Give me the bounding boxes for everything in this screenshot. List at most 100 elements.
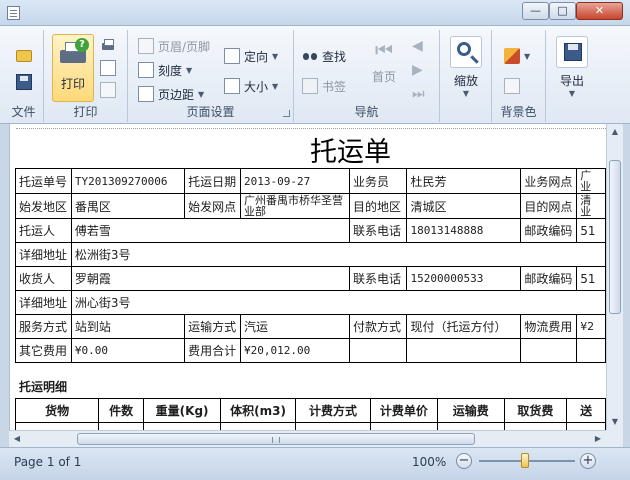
export-group: 导出 ▼ (546, 30, 596, 122)
binoculars-icon (302, 48, 318, 64)
print-options-button[interactable] (100, 58, 116, 78)
table-cell: 目的网点 (520, 193, 578, 219)
page-setup-dialog-launcher[interactable] (283, 110, 290, 117)
page-margin-line (16, 128, 606, 129)
scale-icon (138, 62, 154, 78)
previous-page-button[interactable]: ◀ (412, 36, 423, 56)
zoom-out-button[interactable]: − (456, 453, 472, 469)
table-cell: 站到站 (70, 314, 186, 339)
table-cell: 15200000533 (406, 266, 522, 291)
header-footer-icon (138, 38, 154, 54)
table-row: 服务方式 站到站 运输方式 汽运 付款方式 现付（托运方付） 物流费用 ¥2 (15, 314, 606, 339)
find-button[interactable]: 查找 (302, 46, 346, 66)
chevron-down-icon: ▼ (272, 51, 279, 61)
navigation-group-label: 导航 (354, 105, 379, 119)
table-cell: 18013148888 (406, 218, 522, 243)
column-header: 件数 (98, 398, 145, 423)
table-cell: 洲心街3号 (70, 290, 606, 315)
scroll-right-icon[interactable]: ▶ (590, 431, 606, 447)
next-page-button[interactable]: ▶ (412, 60, 423, 80)
table-cell: TY201309270006 (70, 168, 186, 194)
vertical-scroll-thumb[interactable] (609, 160, 621, 314)
vertical-scrollbar[interactable]: ▲ ▼ (606, 124, 623, 430)
table-cell: 托运人 (15, 218, 72, 243)
table-cell: ¥20,012.00 (239, 338, 350, 363)
scroll-left-icon[interactable]: ◀ (9, 431, 25, 447)
last-page-button[interactable]: ⏭ (412, 84, 425, 104)
first-page-icon: ⏮ (375, 38, 393, 62)
open-button[interactable] (16, 44, 32, 64)
table-cell: 清城区 (406, 193, 522, 219)
table-cell: 51 (576, 218, 606, 243)
print-button[interactable]: ? 打印 (52, 34, 94, 102)
background-group-label: 背景色 (500, 105, 537, 119)
horizontal-scrollbar[interactable]: ◀ ▶ (9, 430, 606, 447)
table-row: 托运人 傅若雪 联系电话 18013148888 邮政编码 51 (15, 218, 606, 243)
chevron-down-icon: ▼ (272, 81, 279, 91)
file-group-label: 文件 (11, 105, 36, 119)
header-footer-button[interactable]: 页眉/页脚 (138, 36, 210, 56)
watermark-button[interactable] (504, 76, 520, 96)
zoom-percentage: 100% (412, 455, 447, 469)
parameters-button[interactable] (100, 80, 116, 100)
export-button[interactable]: 导出 ▼ (552, 36, 592, 106)
triangle-left-icon: ◀ (412, 38, 423, 54)
scale-button[interactable]: 刻度 ▼ (138, 60, 192, 80)
table-cell: 付款方式 (348, 314, 408, 339)
page-info: Page 1 of 1 (14, 455, 82, 469)
chevron-down-icon: ▼ (462, 89, 470, 98)
document-icon (7, 6, 20, 20)
table-cell (436, 422, 505, 430)
table-cell: 运输方式 (184, 314, 241, 339)
table-cell: 详细地址 (15, 290, 72, 315)
maximize-button[interactable]: □ (549, 2, 576, 20)
orientation-label: 定向 (244, 49, 269, 64)
zoom-button[interactable]: 缩放 ▼ (446, 36, 486, 106)
table-cell: 始发网点 (184, 193, 241, 219)
first-page-button[interactable]: ⏮ 首页 (366, 36, 402, 96)
table-row: 收货人 罗朝霞 联系电话 15200000533 邮政编码 51 (15, 266, 606, 291)
page-setup-group-label: 页面设置 (186, 105, 235, 119)
margins-icon (138, 86, 154, 102)
navigation-group: 查找 书签 ⏮ 首页 ◀ ▶ ⏭ 导航 (294, 30, 440, 122)
background-group: ▼ 背景色 (492, 30, 546, 122)
table-cell: 罗朝霞 (70, 266, 350, 291)
find-label: 查找 (322, 49, 347, 64)
table-cell: 现付（托运方付） (406, 314, 522, 339)
bookmarks-label: 书签 (322, 79, 347, 94)
table-cell: 联系电话 (348, 266, 408, 291)
print-group-label: 打印 (73, 105, 98, 119)
bookmarks-button[interactable]: 书签 (302, 76, 346, 96)
table-cell: 广业 (576, 168, 606, 194)
zoom-group: 缩放 ▼ (440, 30, 492, 122)
first-page-label: 首页 (371, 70, 396, 84)
quick-print-button[interactable] (100, 36, 116, 56)
table-cell (348, 338, 408, 363)
zoom-slider-thumb[interactable] (521, 453, 529, 468)
chevron-down-icon: ▼ (524, 51, 531, 61)
table-row: 其它费用 ¥0.00 费用合计 ¥20,012.00 (15, 338, 606, 363)
title-bar: — □ ✕ (0, 0, 630, 26)
table-cell: 收货人 (15, 266, 72, 291)
size-button[interactable]: 大小 ▼ (224, 76, 278, 96)
scroll-down-icon[interactable]: ▼ (607, 414, 623, 430)
table-cell: 松洲街3号 (70, 242, 606, 267)
save-button[interactable] (16, 72, 32, 92)
scroll-up-icon[interactable]: ▲ (607, 124, 623, 140)
minimize-button[interactable]: — (522, 2, 549, 20)
column-header: 运输费 (436, 398, 505, 423)
printer-icon: ? (57, 38, 89, 71)
document-preview[interactable]: 托运单 托运单号 TY201309270006 托运日期 2013-09-27 … (9, 124, 606, 430)
table-cell: 番禺区 (70, 193, 186, 219)
table-cell: 汽运 (239, 314, 350, 339)
zoom-in-button[interactable]: + (580, 453, 596, 469)
page-color-button[interactable]: ▼ (504, 46, 530, 66)
scrollbar-corner (606, 430, 623, 447)
orientation-button[interactable]: 定向 ▼ (224, 46, 278, 66)
table-cell: 服务方式 (15, 314, 72, 339)
margins-button[interactable]: 页边距 ▼ (138, 84, 204, 104)
horizontal-scroll-thumb[interactable] (77, 433, 475, 445)
close-button[interactable]: ✕ (576, 2, 623, 20)
column-header: 计费单价 (369, 398, 438, 423)
table-cell: 51 (576, 266, 606, 291)
